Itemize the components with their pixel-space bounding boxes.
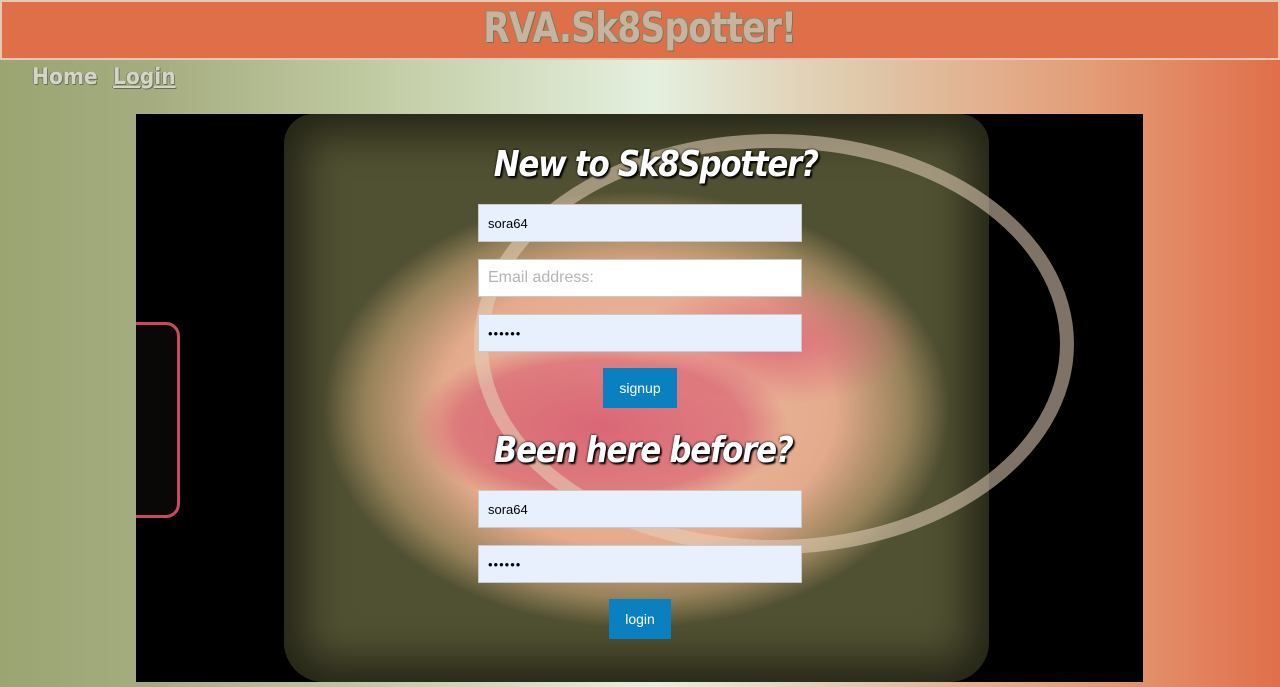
background-video: New to Sk8Spotter? signup Been here befo… bbox=[136, 114, 1143, 682]
signup-username-input[interactable] bbox=[478, 204, 802, 242]
login-heading: Been here before? bbox=[493, 430, 794, 471]
signup-email-input[interactable] bbox=[478, 259, 802, 297]
phone-frame-edge bbox=[136, 322, 180, 518]
login-button[interactable]: login bbox=[609, 599, 671, 639]
nav-bar: Home Login bbox=[32, 64, 181, 94]
signup-password-input[interactable] bbox=[478, 314, 802, 352]
signup-heading: New to Sk8Spotter? bbox=[493, 144, 819, 185]
nav-link-login[interactable]: Login bbox=[113, 64, 176, 92]
login-password-input[interactable] bbox=[478, 545, 802, 583]
site-title: RVA.Sk8Spotter! bbox=[483, 3, 798, 52]
signup-button[interactable]: signup bbox=[603, 368, 677, 408]
login-username-input[interactable] bbox=[478, 490, 802, 528]
nav-link-home[interactable]: Home bbox=[32, 64, 98, 92]
site-header: RVA.Sk8Spotter! bbox=[0, 0, 1280, 60]
